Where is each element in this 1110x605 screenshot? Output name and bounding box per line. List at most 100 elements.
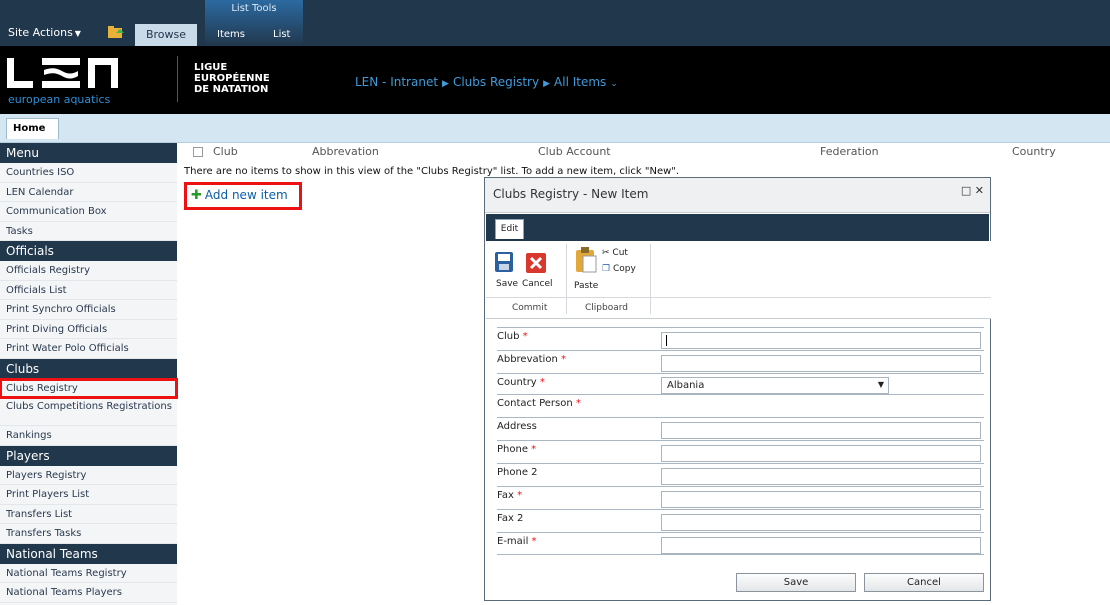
abbrevation-input[interactable] — [661, 355, 981, 372]
dialog-title: Clubs Registry - New Item — [493, 187, 649, 201]
form-row-contact-person: Contact Person * — [497, 394, 984, 416]
ribbon-group-divider — [486, 297, 991, 298]
commit-group-label: Commit — [512, 303, 548, 313]
sidebar-item-transfers-list[interactable]: Transfers List — [0, 505, 177, 524]
sidebar-item-print-water-polo[interactable]: Print Water Polo Officials — [0, 339, 177, 359]
form-row-abbrevation: Abbrevation * — [497, 350, 984, 372]
sidebar-section-national-teams[interactable]: National Teams — [0, 543, 177, 564]
phone-input[interactable] — [661, 445, 981, 462]
sidebar-item-len-calendar[interactable]: LEN Calendar — [0, 183, 177, 202]
form-row-email: E-mail * — [497, 532, 984, 554]
sidebar-section-officials[interactable]: Officials — [0, 241, 177, 261]
form-row-phone: Phone * — [497, 440, 984, 462]
sidebar-item-countries-iso[interactable]: Countries ISO — [0, 163, 177, 183]
copy-button[interactable]: ❐ Copy — [602, 264, 636, 274]
breadcrumb-item[interactable]: Clubs Registry — [453, 75, 539, 89]
list-tools-title: List Tools — [231, 3, 277, 14]
tab-list[interactable]: List — [273, 29, 290, 40]
ribbon-separator — [566, 244, 567, 314]
column-header-country[interactable]: Country — [1012, 145, 1056, 158]
field-label: Phone * — [497, 444, 537, 455]
save-icon[interactable] — [495, 252, 513, 272]
ribbon-separator — [650, 244, 651, 314]
sidebar-item-national-teams-registry[interactable]: National Teams Registry — [0, 564, 177, 583]
tab-home[interactable]: Home — [6, 118, 59, 139]
sidebar-item-players-registry[interactable]: Players Registry — [0, 466, 177, 485]
maximize-icon[interactable]: □ — [961, 184, 971, 197]
text-cursor — [666, 335, 667, 346]
form-row-phone-2: Phone 2 — [497, 463, 984, 485]
copy-icon: ❐ — [602, 264, 611, 274]
tab-edit[interactable]: Edit — [495, 219, 524, 239]
close-icon[interactable]: ✕ — [975, 184, 984, 197]
dropdown-arrow-icon: ▼ — [877, 380, 884, 389]
navigate-up-icon[interactable] — [108, 26, 124, 38]
site-actions-label: Site Actions — [8, 26, 73, 39]
sidebar-item-print-diving[interactable]: Print Diving Officials — [0, 320, 177, 339]
logo-subtitle: european aquatics — [8, 93, 111, 106]
sidebar-item-print-players[interactable]: Print Players List — [0, 485, 177, 505]
sidebar-section-players[interactable]: Players — [0, 445, 177, 466]
add-new-item-label: Add new item — [204, 188, 288, 202]
select-all-checkbox[interactable] — [193, 147, 203, 157]
breadcrumb-item[interactable]: All Items — [554, 75, 606, 89]
header-divider — [177, 56, 178, 102]
sidebar-item-officials-list[interactable]: Officials List — [0, 281, 177, 300]
column-header-federation[interactable]: Federation — [820, 145, 879, 158]
country-select[interactable]: Albania ▼ — [661, 377, 889, 394]
ligue-line-1: LIGUE — [194, 62, 228, 73]
column-header-abbrevation[interactable]: Abbrevation — [312, 145, 379, 158]
quick-launch: Menu Countries ISO LEN Calendar Communic… — [0, 143, 178, 605]
sidebar-section-menu[interactable]: Menu — [0, 143, 177, 163]
cancel-button[interactable]: Cancel — [864, 573, 984, 592]
sidebar-item-clubs-registry[interactable]: Clubs Registry — [0, 377, 178, 399]
ligue-line-2: EUROPÉENNE — [194, 73, 270, 84]
email-input[interactable] — [661, 537, 981, 554]
cancel-ribbon-label[interactable]: Cancel — [522, 279, 553, 289]
field-label: Fax * — [497, 490, 523, 501]
form-row-fax: Fax * — [497, 486, 984, 508]
form-bottom-divider — [497, 554, 984, 555]
phone-2-input[interactable] — [661, 468, 981, 485]
new-item-dialog: Clubs Registry - New Item □ ✕ Save Cance… — [484, 177, 991, 601]
sidebar-item-rankings[interactable]: Rankings — [0, 426, 177, 446]
paste-icon[interactable] — [575, 246, 597, 274]
ligue-text: LIGUE EUROPÉENNE DE NATATION — [194, 62, 270, 95]
address-input[interactable] — [661, 422, 981, 439]
breadcrumb-arrow-icon: ▶ — [442, 79, 449, 89]
fax-input[interactable] — [661, 491, 981, 508]
sidebar-item-print-synchro[interactable]: Print Synchro Officials — [0, 300, 177, 320]
form-row-fax-2: Fax 2 — [497, 509, 984, 531]
field-label: Club * — [497, 331, 528, 342]
breadcrumb-item[interactable]: LEN - Intranet — [355, 75, 438, 89]
sidebar-item-clubs-competitions[interactable]: Clubs Competitions Registrations — [0, 398, 177, 426]
column-header-club[interactable]: Club — [213, 145, 238, 158]
sidebar-section-clubs[interactable]: Clubs — [0, 358, 177, 379]
save-ribbon-label[interactable]: Save — [496, 279, 518, 289]
save-button[interactable]: Save — [736, 573, 856, 592]
chevron-down-icon[interactable]: ⌄ — [610, 79, 618, 89]
cancel-icon[interactable] — [526, 253, 546, 273]
fax-2-input[interactable] — [661, 514, 981, 531]
field-label: Phone 2 — [497, 467, 538, 478]
paste-ribbon-label[interactable]: Paste — [574, 281, 598, 291]
sidebar-item-officials-registry[interactable]: Officials Registry — [0, 261, 177, 281]
sidebar-item-communication-box[interactable]: Communication Box — [0, 202, 177, 222]
add-new-item-link[interactable]: ✚ Add new item — [184, 182, 302, 210]
sidebar-item-tasks[interactable]: Tasks — [0, 222, 177, 241]
field-label: Fax 2 — [497, 513, 524, 524]
tab-items[interactable]: Items — [217, 29, 245, 40]
column-header-club-account[interactable]: Club Account — [538, 145, 611, 158]
tab-browse[interactable]: Browse — [135, 24, 197, 46]
field-label: Country * — [497, 377, 545, 388]
sidebar-item-national-teams-players[interactable]: National Teams Players — [0, 583, 177, 603]
list-tools-group: List Tools Items List — [205, 0, 303, 46]
field-label: E-mail * — [497, 536, 537, 547]
club-input[interactable] — [661, 332, 981, 349]
site-actions-menu[interactable]: Site Actions ▼ — [8, 26, 81, 39]
cut-button[interactable]: ✂ Cut — [602, 248, 628, 258]
sidebar-item-transfers-tasks[interactable]: Transfers Tasks — [0, 524, 177, 544]
dialog-titlebar: Clubs Registry - New Item □ ✕ — [485, 178, 990, 213]
scissors-icon: ✂ — [602, 248, 610, 258]
clipboard-group-label: Clipboard — [585, 303, 628, 313]
